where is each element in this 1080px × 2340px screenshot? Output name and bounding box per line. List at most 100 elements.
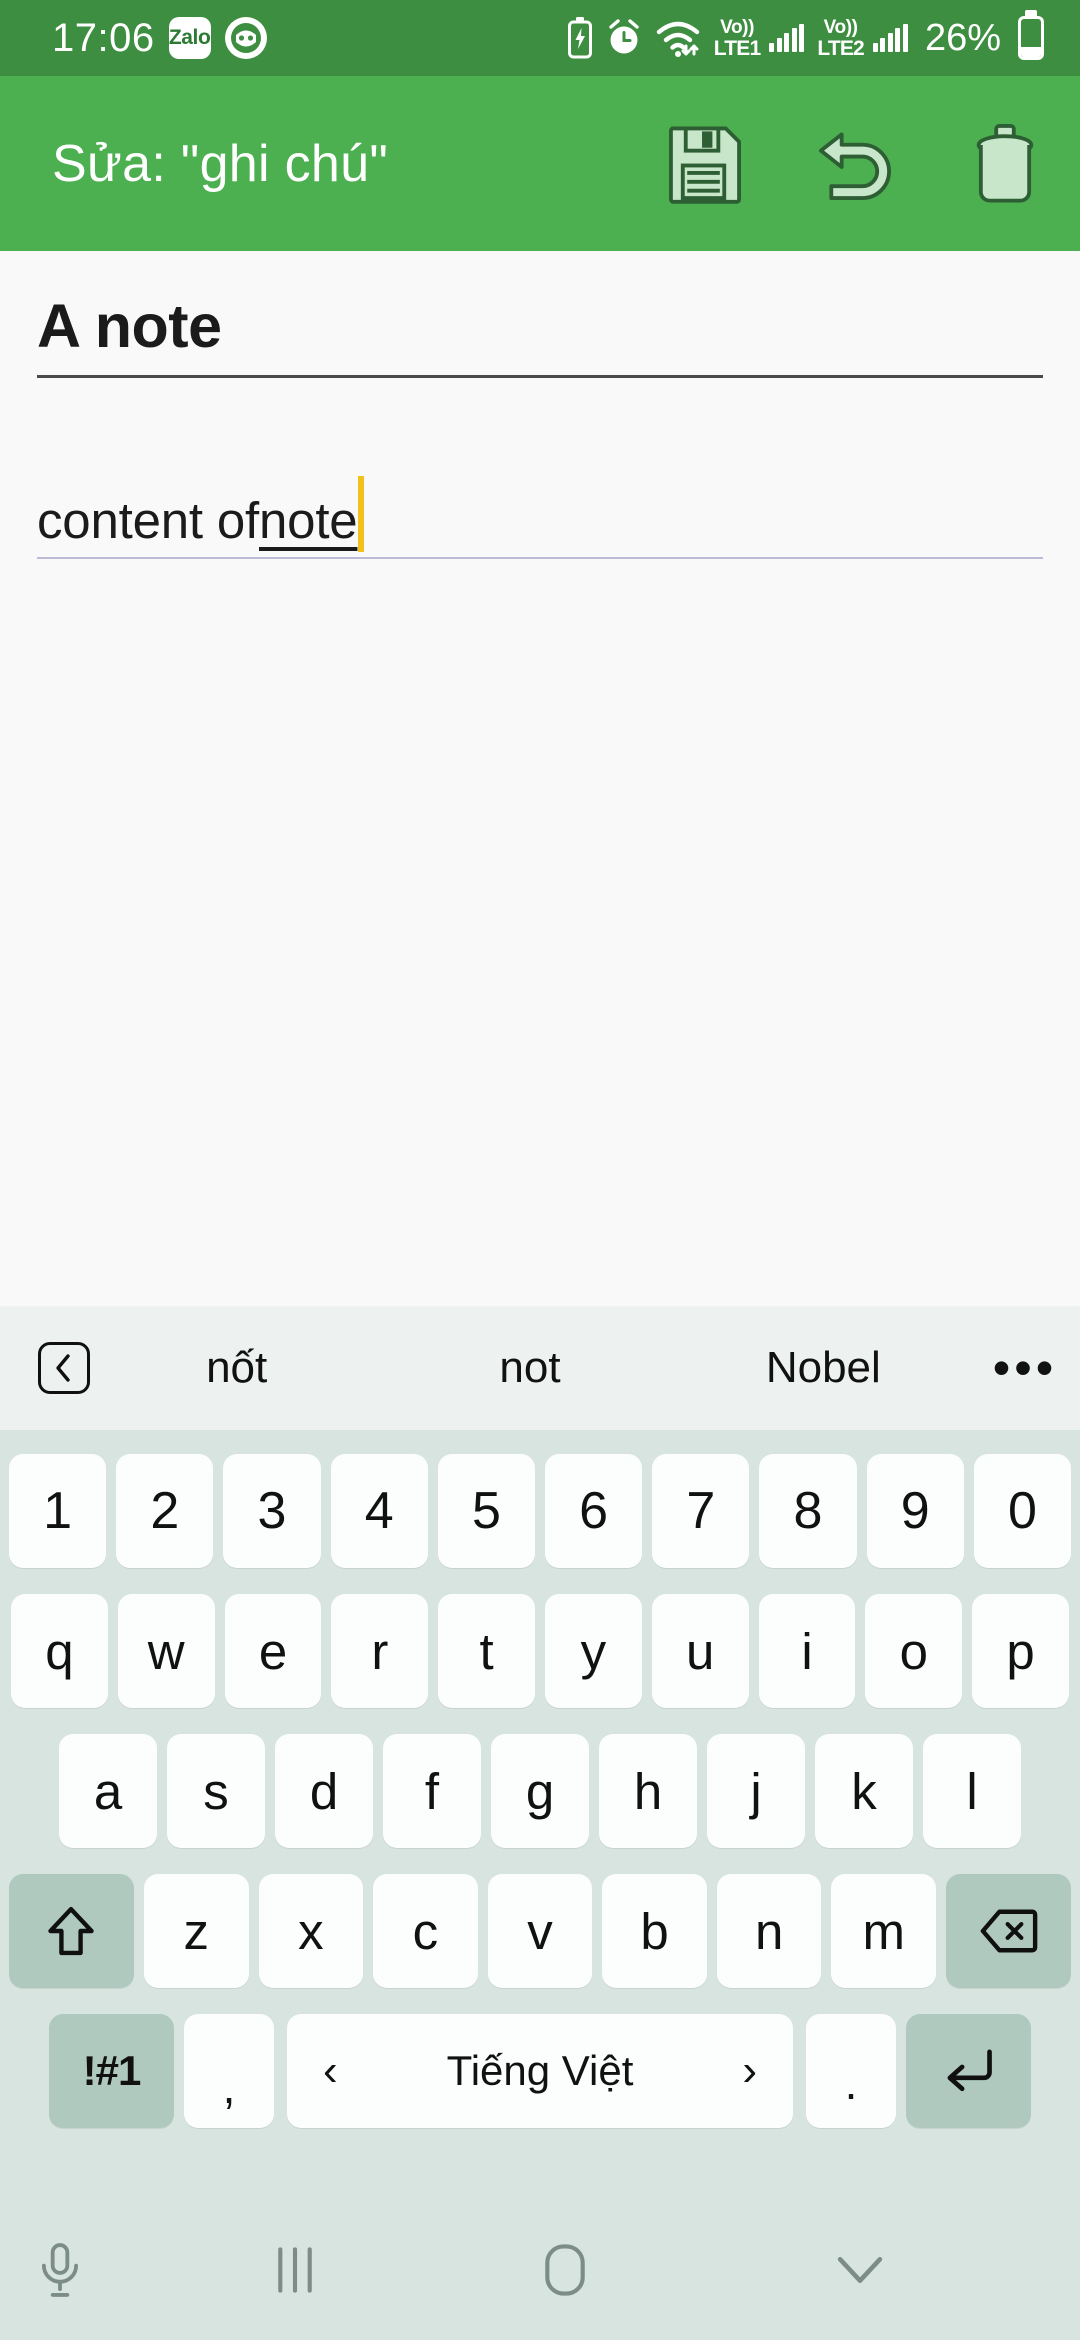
on-screen-keyboard: 1 2 3 4 5 6 7 8 9 0 q w e r t y u i o p … <box>0 1430 1080 2200</box>
key-u[interactable]: u <box>651 1594 749 1708</box>
key-b[interactable]: b <box>602 1874 707 1988</box>
key-0[interactable]: 0 <box>973 1454 1072 1568</box>
delete-button[interactable] <box>930 76 1080 251</box>
suggestion-item[interactable]: nốt <box>90 1343 383 1393</box>
key-e[interactable]: e <box>224 1594 322 1708</box>
suggestion-item[interactable]: not <box>383 1343 676 1393</box>
backspace-key[interactable] <box>946 1874 1072 1988</box>
note-editor: A note content of note <box>0 251 1080 1306</box>
overflow-dots-icon[interactable]: ••• <box>970 1343 1080 1393</box>
backspace-delete-icon <box>980 1909 1038 1953</box>
keyboard-suggestion-bar: nốt not Nobel ••• <box>0 1306 1080 1430</box>
volte-indicator-2: Vo)) LTE2 <box>817 18 864 59</box>
zalo-notification-icon: Zalo <box>168 17 211 59</box>
key-m[interactable]: m <box>831 1874 937 1988</box>
key-v[interactable]: v <box>487 1874 593 1988</box>
next-language-icon[interactable]: › <box>742 2046 757 2096</box>
prev-language-icon[interactable]: ‹ <box>323 2046 338 2096</box>
signal-bars-1 <box>769 24 805 52</box>
keyboard-row-bottom: !#1 , ‹ Tiếng Việt › . <box>4 2001 1076 2141</box>
text-caret <box>358 476 365 552</box>
key-7[interactable]: 7 <box>652 1454 750 1568</box>
key-l[interactable]: l <box>923 1734 1021 1848</box>
home-pill-icon <box>540 2242 590 2298</box>
volte-label-2: Vo)) <box>823 16 858 38</box>
enter-key[interactable] <box>906 2014 1031 2128</box>
key-4[interactable]: 4 <box>330 1454 428 1568</box>
status-bar-right: Vo)) LTE1 Vo)) LTE2 26% <box>567 16 1044 60</box>
lte-label-1: LTE1 <box>713 36 761 60</box>
note-body-value: content of note <box>37 462 1043 552</box>
shift-up-arrow-icon <box>47 1905 95 1957</box>
key-1[interactable]: 1 <box>8 1454 107 1568</box>
comma-key[interactable]: , <box>184 2014 274 2128</box>
key-s[interactable]: s <box>167 1734 265 1848</box>
page-title: Sửa: "ghi chú" <box>52 134 389 193</box>
note-body-plain-text: content of <box>37 492 259 549</box>
key-5[interactable]: 5 <box>437 1454 535 1568</box>
key-g[interactable]: g <box>491 1734 589 1848</box>
key-d[interactable]: d <box>275 1734 373 1848</box>
space-key-language-label: Tiếng Việt <box>446 2047 634 2094</box>
key-6[interactable]: 6 <box>545 1454 643 1568</box>
key-q[interactable]: q <box>11 1594 108 1708</box>
volte-label-1: Vo)) <box>720 16 755 38</box>
status-bar-left: 17:06 Zalo <box>52 16 267 61</box>
keyboard-row-asdf: a s d f g h j k l <box>4 1721 1076 1861</box>
keyboard-row-qwerty: q w e r t y u i o p <box>4 1581 1076 1721</box>
voice-input-button[interactable] <box>0 2242 120 2298</box>
trash-icon <box>974 123 1036 205</box>
lte-label-2: LTE2 <box>817 36 864 60</box>
keyboard-row-numbers: 1 2 3 4 5 6 7 8 9 0 <box>4 1441 1076 1581</box>
undo-arrow-icon <box>815 125 895 203</box>
key-k[interactable]: k <box>815 1734 913 1848</box>
keyboard-row-zxcv: z x c v b n m <box>4 1861 1076 2001</box>
key-i[interactable]: i <box>758 1594 856 1708</box>
note-body-field[interactable]: content of note <box>37 462 1043 559</box>
key-2[interactable]: 2 <box>116 1454 214 1568</box>
chevron-down-icon <box>834 2250 886 2290</box>
key-r[interactable]: r <box>331 1594 429 1708</box>
floppy-disk-icon <box>666 124 744 204</box>
key-p[interactable]: p <box>972 1594 1069 1708</box>
recents-button[interactable] <box>235 2245 355 2295</box>
shift-key[interactable] <box>8 1874 134 1988</box>
status-bar: 17:06 Zalo Vo)) LTE1 Vo)) LTE2 26% <box>0 0 1080 76</box>
signal-bars-2 <box>872 24 908 52</box>
symbols-key[interactable]: !#1 <box>49 2014 174 2128</box>
key-x[interactable]: x <box>258 1874 364 1988</box>
alarm-icon <box>606 19 642 57</box>
save-button[interactable] <box>630 76 780 251</box>
system-navigation-bar <box>0 2200 1080 2340</box>
status-time: 17:06 <box>52 15 155 60</box>
key-o[interactable]: o <box>865 1594 963 1708</box>
key-n[interactable]: n <box>716 1874 822 1988</box>
undo-button[interactable] <box>780 76 930 251</box>
app-bar: Sửa: "ghi chú" <box>0 76 1080 251</box>
space-key[interactable]: ‹ Tiếng Việt › <box>287 2014 793 2128</box>
chevron-left-boxed-icon[interactable] <box>38 1342 90 1394</box>
note-title-field[interactable]: A note <box>37 291 1043 378</box>
phone-screen: 17:06 Zalo Vo)) LTE1 Vo)) LTE2 26% Sửa: … <box>0 0 1080 2340</box>
key-j[interactable]: j <box>707 1734 805 1848</box>
key-3[interactable]: 3 <box>223 1454 321 1568</box>
battery-percentage: 26% <box>924 16 1001 59</box>
key-9[interactable]: 9 <box>866 1454 964 1568</box>
key-w[interactable]: w <box>117 1594 215 1708</box>
key-f[interactable]: f <box>383 1734 481 1848</box>
key-h[interactable]: h <box>599 1734 697 1848</box>
battery-icon <box>1018 16 1044 60</box>
hide-keyboard-button[interactable] <box>800 2250 920 2290</box>
key-c[interactable]: c <box>373 1874 478 1988</box>
key-z[interactable]: z <box>143 1874 249 1988</box>
suggestion-item[interactable]: Nobel <box>677 1343 970 1393</box>
key-t[interactable]: t <box>438 1594 535 1708</box>
period-key[interactable]: . <box>806 2014 896 2128</box>
volte-indicator-1: Vo)) LTE1 <box>714 18 761 59</box>
key-y[interactable]: y <box>545 1594 642 1708</box>
home-button[interactable] <box>505 2242 625 2298</box>
key-8[interactable]: 8 <box>759 1454 857 1568</box>
recents-bars-icon <box>271 2245 319 2295</box>
key-a[interactable]: a <box>59 1734 157 1848</box>
battery-saver-icon <box>567 17 593 59</box>
